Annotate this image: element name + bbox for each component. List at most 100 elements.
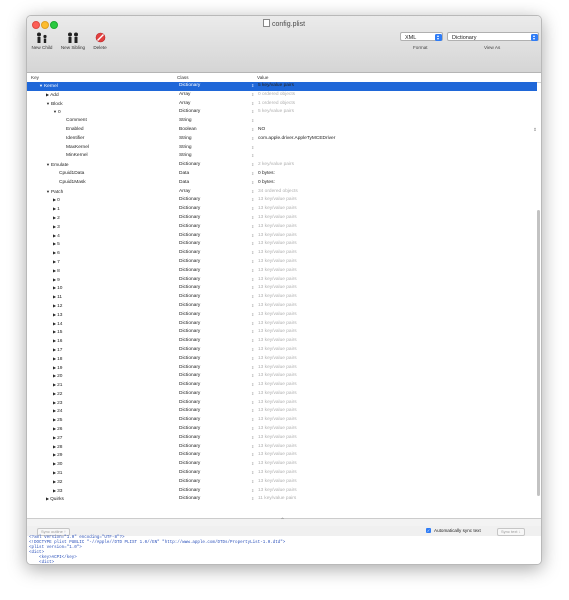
row-class[interactable]: Dictionary (179, 223, 200, 232)
row-value[interactable]: 13 key/value pairs (258, 337, 297, 346)
outline-row[interactable]: ▶11 Dictionary ⇕ 13 key/value pairs (27, 293, 537, 302)
outline-row[interactable]: ▶9 Dictionary ⇕ 13 key/value pairs (27, 276, 537, 285)
row-value[interactable]: NO (258, 126, 265, 135)
outline-row[interactable]: Cpuid1Mask Data ⇕ 0 bytes: (27, 179, 537, 188)
class-stepper-icon[interactable]: ⇕ (251, 91, 254, 100)
disclosure-collapsed-icon[interactable]: ▶ (53, 285, 56, 290)
row-value[interactable]: 13 key/value pairs (258, 399, 297, 408)
delete-button[interactable]: Delete (90, 30, 110, 50)
row-value[interactable]: 11 key/value pairs (258, 495, 296, 504)
class-stepper-icon[interactable]: ⇕ (251, 144, 254, 153)
class-stepper-icon[interactable]: ⇕ (251, 478, 254, 487)
disclosure-collapsed-icon[interactable]: ▶ (53, 259, 56, 264)
outline-row[interactable]: ▶27 Dictionary ⇕ 13 key/value pairs (27, 434, 537, 443)
row-class[interactable]: Dictionary (179, 320, 200, 329)
outline-row[interactable]: ▶29 Dictionary ⇕ 13 key/value pairs (27, 451, 537, 460)
row-class[interactable]: Dictionary (179, 372, 200, 381)
class-stepper-icon[interactable]: ⇕ (251, 205, 254, 214)
class-stepper-icon[interactable]: ⇕ (251, 355, 254, 364)
outline-row[interactable]: Comment String ⇕ (27, 117, 537, 126)
row-value[interactable]: 13 key/value pairs (258, 284, 297, 293)
disclosure-collapsed-icon[interactable]: ▶ (46, 496, 49, 501)
row-class[interactable]: Dictionary (179, 443, 200, 452)
disclosure-collapsed-icon[interactable]: ▶ (53, 470, 56, 475)
row-value[interactable]: 13 key/value pairs (258, 293, 297, 302)
disclosure-collapsed-icon[interactable]: ▶ (53, 268, 56, 273)
sync-text-button[interactable]: Sync text ↓ (497, 527, 525, 536)
row-class[interactable]: Dictionary (179, 205, 200, 214)
row-value[interactable]: 13 key/value pairs (258, 205, 297, 214)
row-class[interactable]: Dictionary (179, 311, 200, 320)
row-value[interactable]: 0 bytes: (258, 170, 275, 179)
disclosure-collapsed-icon[interactable]: ▶ (53, 373, 56, 378)
disclosure-collapsed-icon[interactable]: ▶ (53, 250, 56, 255)
class-stepper-icon[interactable]: ⇕ (251, 276, 254, 285)
class-stepper-icon[interactable]: ⇕ (251, 82, 254, 91)
row-value[interactable]: 0 bytes: (258, 179, 275, 188)
class-stepper-icon[interactable]: ⇕ (251, 495, 254, 504)
class-stepper-icon[interactable]: ⇕ (251, 443, 254, 452)
row-class[interactable]: Data (179, 170, 189, 179)
outline-row[interactable]: ▶4 Dictionary ⇕ 13 key/value pairs (27, 232, 537, 241)
outline-row[interactable]: MinKernel String ⇕ (27, 152, 537, 161)
class-stepper-icon[interactable]: ⇕ (251, 100, 254, 109)
row-class[interactable]: Dictionary (179, 108, 200, 117)
class-stepper-icon[interactable]: ⇕ (251, 381, 254, 390)
row-class[interactable]: Dictionary (179, 276, 200, 285)
row-value[interactable]: 13 key/value pairs (258, 346, 297, 355)
class-stepper-icon[interactable]: ⇕ (251, 469, 254, 478)
disclosure-collapsed-icon[interactable]: ▶ (53, 303, 56, 308)
class-stepper-icon[interactable]: ⇕ (251, 196, 254, 205)
outline-row[interactable]: ▶33 Dictionary ⇕ 13 key/value pairs (27, 487, 537, 496)
outline-row[interactable]: ▶32 Dictionary ⇕ 13 key/value pairs (27, 478, 537, 487)
row-class[interactable]: Dictionary (179, 161, 200, 170)
class-stepper-icon[interactable]: ⇕ (251, 320, 254, 329)
row-class[interactable]: String (179, 144, 192, 153)
outline-row[interactable]: ▶19 Dictionary ⇕ 13 key/value pairs (27, 364, 537, 373)
class-column-header[interactable]: Class (177, 75, 189, 80)
row-value[interactable]: 13 key/value pairs (258, 469, 297, 478)
key-column-header[interactable]: Key (31, 75, 39, 80)
row-class[interactable]: Dictionary (179, 196, 200, 205)
outline-row[interactable]: ▼Kernel Dictionary ⇕ 5 key/value pairs (27, 82, 537, 91)
row-value[interactable]: 2 key/value pairs (258, 161, 294, 170)
disclosure-collapsed-icon[interactable]: ▶ (53, 241, 56, 246)
outline-row[interactable]: ▼Patch Array ⇕ 34 ordered objects (27, 188, 537, 197)
outline-row[interactable]: ▶21 Dictionary ⇕ 13 key/value pairs (27, 381, 537, 390)
outline-row[interactable]: ▶20 Dictionary ⇕ 13 key/value pairs (27, 372, 537, 381)
row-value[interactable]: 13 key/value pairs (258, 258, 297, 267)
row-class[interactable]: Dictionary (179, 495, 200, 504)
class-stepper-icon[interactable]: ⇕ (251, 161, 254, 170)
class-stepper-icon[interactable]: ⇕ (251, 293, 254, 302)
class-stepper-icon[interactable]: ⇕ (251, 214, 254, 223)
row-class[interactable]: Dictionary (179, 487, 200, 496)
outline-row[interactable]: ▶1 Dictionary ⇕ 13 key/value pairs (27, 205, 537, 214)
class-stepper-icon[interactable]: ⇕ (251, 188, 254, 197)
row-value[interactable]: com.apple.driver.AppleTyMCEDriver (258, 135, 335, 144)
disclosure-collapsed-icon[interactable]: ▶ (53, 277, 56, 282)
row-value[interactable]: 13 key/value pairs (258, 302, 297, 311)
disclosure-collapsed-icon[interactable]: ▶ (53, 444, 56, 449)
row-class[interactable]: Dictionary (179, 416, 200, 425)
row-class[interactable]: Dictionary (179, 302, 200, 311)
row-class[interactable]: Dictionary (179, 258, 200, 267)
class-stepper-icon[interactable]: ⇕ (251, 425, 254, 434)
row-value[interactable]: 13 key/value pairs (258, 364, 297, 373)
row-value[interactable]: 13 key/value pairs (258, 214, 297, 223)
row-class[interactable]: Dictionary (179, 82, 200, 91)
class-stepper-icon[interactable]: ⇕ (251, 328, 254, 337)
row-class[interactable]: Dictionary (179, 407, 200, 416)
outline-row[interactable]: ▼0 Dictionary ⇕ 5 key/value pairs (27, 108, 537, 117)
class-stepper-icon[interactable]: ⇕ (251, 346, 254, 355)
row-value[interactable]: 13 key/value pairs (258, 196, 297, 205)
disclosure-collapsed-icon[interactable]: ▶ (53, 417, 56, 422)
row-class[interactable]: Dictionary (179, 460, 200, 469)
disclosure-collapsed-icon[interactable]: ▶ (53, 224, 56, 229)
row-class[interactable]: Dictionary (179, 214, 200, 223)
disclosure-collapsed-icon[interactable]: ▶ (53, 356, 56, 361)
disclosure-collapsed-icon[interactable]: ▶ (53, 233, 56, 238)
class-stepper-icon[interactable]: ⇕ (251, 258, 254, 267)
row-class[interactable]: Data (179, 179, 189, 188)
row-value[interactable]: 13 key/value pairs (258, 451, 297, 460)
disclosure-collapsed-icon[interactable]: ▶ (53, 479, 56, 484)
